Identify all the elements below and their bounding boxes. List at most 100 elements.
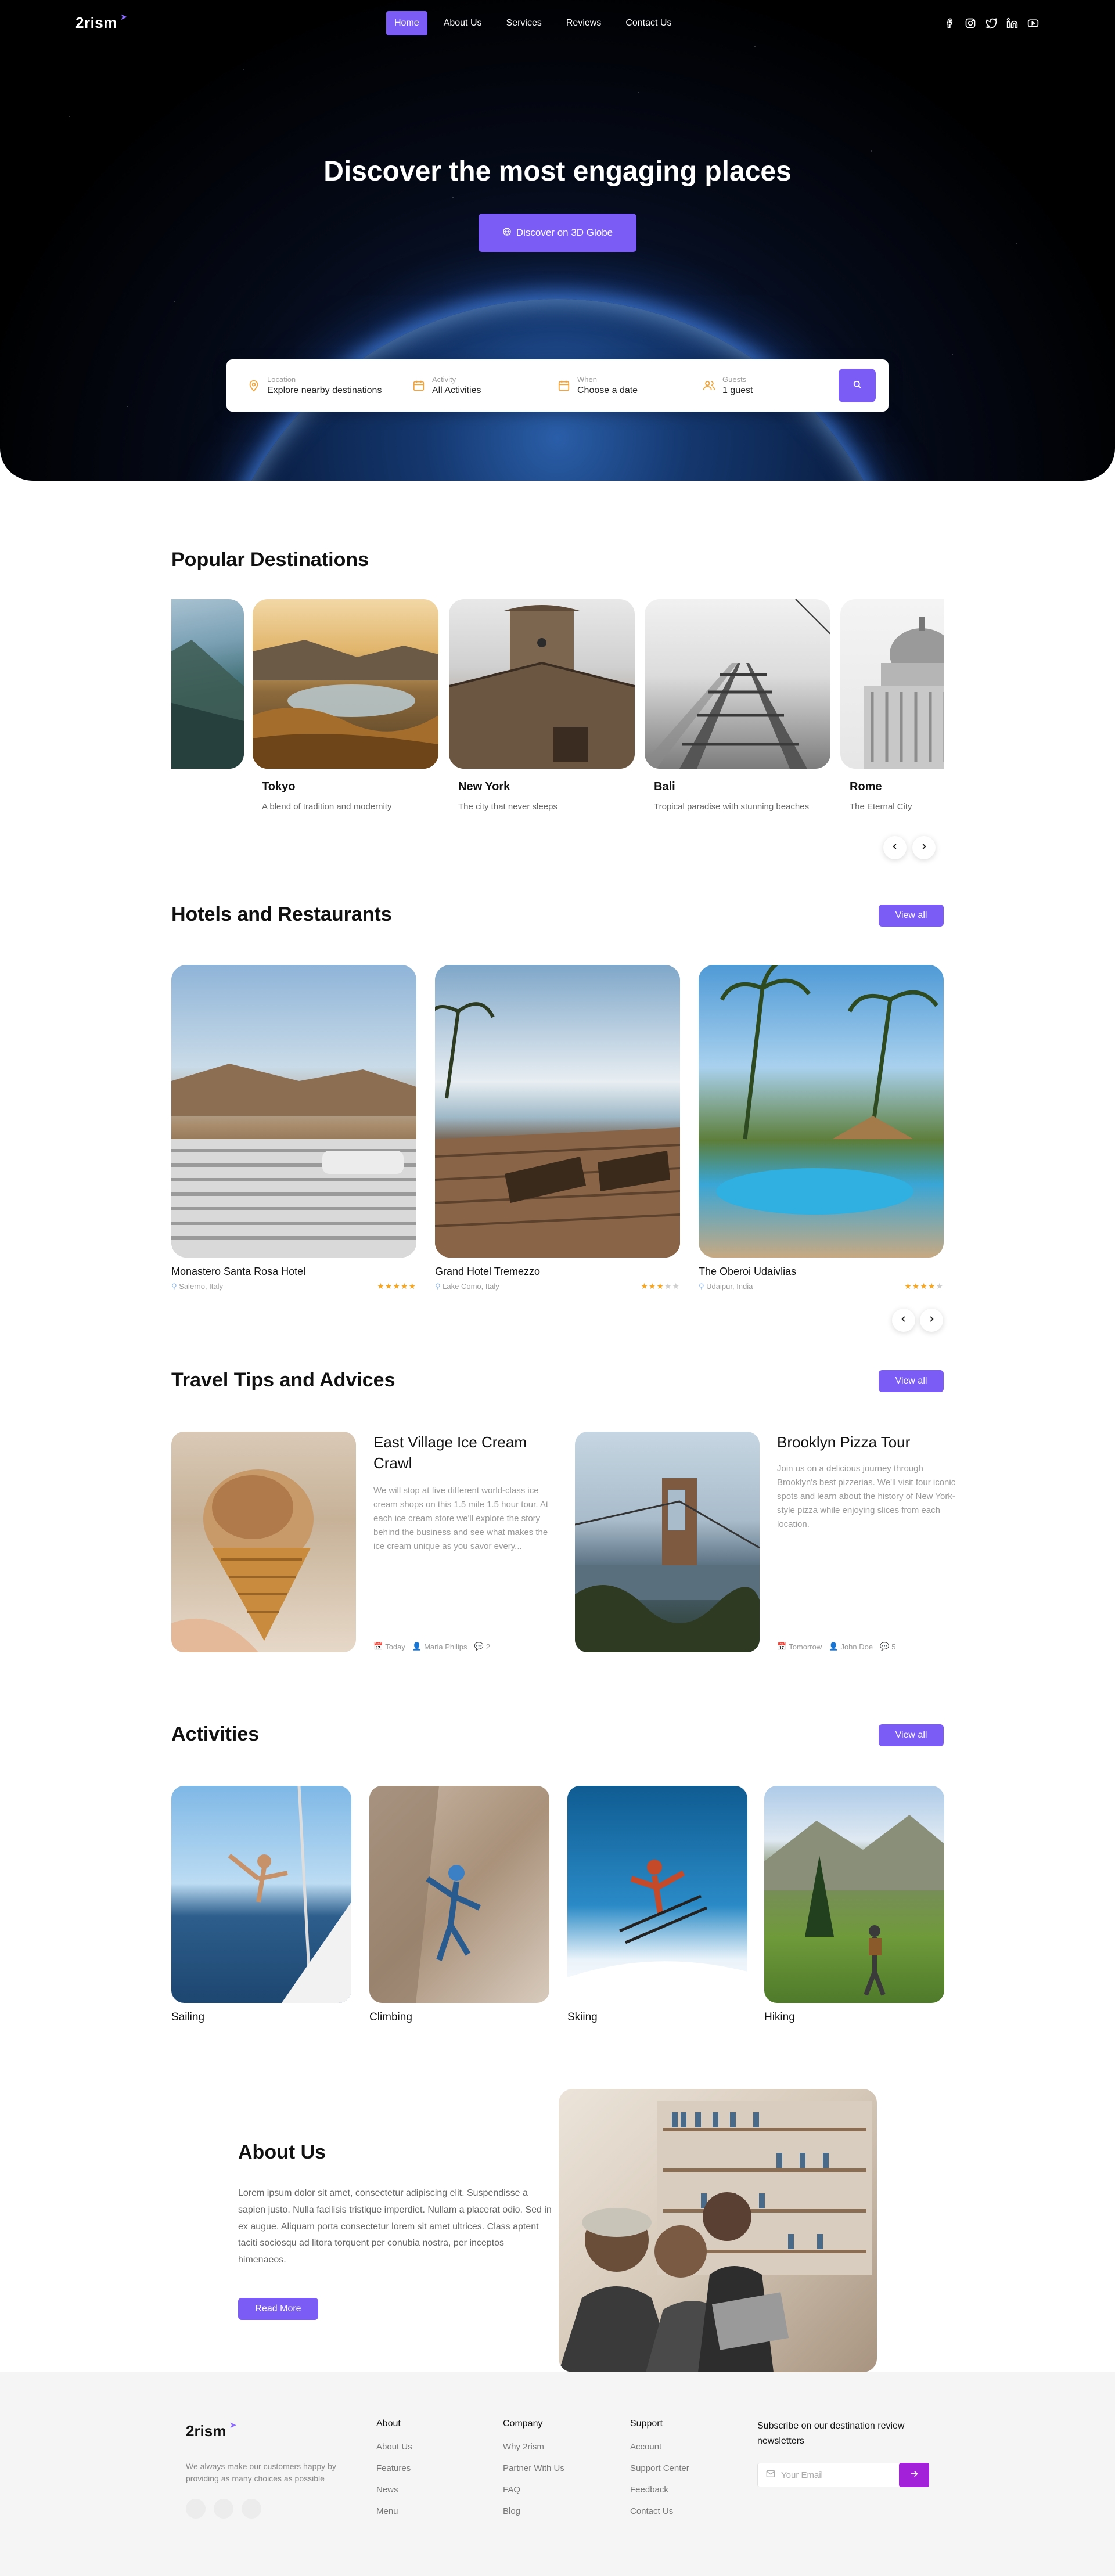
- nav-reviews[interactable]: Reviews: [558, 11, 609, 35]
- read-more-button[interactable]: Read More: [238, 2298, 318, 2320]
- about-title: About Us: [238, 2141, 326, 2163]
- user-icon: 👤: [412, 1642, 422, 1651]
- activity-field[interactable]: Activity All Activities: [412, 371, 558, 400]
- hotel-name: Monastero Santa Rosa Hotel: [171, 1266, 306, 1277]
- footer-link[interactable]: Menu: [376, 2506, 412, 2516]
- nav-contact-us[interactable]: Contact Us: [617, 11, 679, 35]
- logo[interactable]: 2rism ➤: [75, 12, 127, 32]
- activity-card[interactable]: Climbing: [369, 1786, 549, 2024]
- calendar-icon: 📅: [373, 1642, 383, 1651]
- paper-plane-icon: ➤: [229, 2420, 237, 2430]
- tip-date: 📅 Tomorrow: [777, 1642, 822, 1651]
- when-field[interactable]: When Choose a date: [558, 371, 703, 400]
- destination-name: Bali: [654, 780, 675, 793]
- navbar: 2rism ➤ Home About Us Services Reviews C…: [75, 10, 1040, 36]
- destination-image-coast: [171, 599, 244, 769]
- footer-logo[interactable]: 2rism ➤: [186, 2420, 236, 2440]
- destination-card[interactable]: Rome The Eternal City: [840, 599, 944, 814]
- destination-description: ghts: [171, 780, 242, 794]
- social-circle-icon[interactable]: [186, 2499, 206, 2519]
- destination-card[interactable]: Bali Tropical paradise with stunning bea…: [645, 599, 830, 814]
- tip-comments: 💬 2: [474, 1642, 490, 1651]
- footer-link[interactable]: Blog: [503, 2506, 564, 2516]
- hotel-location: ⚲ Udaipur, India: [699, 1282, 753, 1291]
- newsletter-submit-button[interactable]: [899, 2463, 929, 2487]
- hotel-card[interactable]: Grand Hotel Tremezzo ⚲ Lake Como, Italy …: [435, 965, 680, 1291]
- guests-label: Guests: [722, 375, 747, 384]
- destination-card[interactable]: New York The city that never sleeps: [449, 599, 635, 814]
- hotels-next-button[interactable]: [920, 1309, 943, 1332]
- activity-card[interactable]: Skiing: [567, 1786, 747, 2024]
- footer-link[interactable]: FAQ: [503, 2485, 564, 2495]
- twitter-icon[interactable]: [985, 17, 998, 30]
- activity-card[interactable]: Sailing: [171, 1786, 351, 2024]
- destination-image-rome: [840, 599, 944, 769]
- hotel-meta: ⚲ Lake Como, Italy ★★★★★: [435, 1281, 680, 1291]
- calendar-icon: 📅: [777, 1642, 787, 1651]
- destinations-next-button[interactable]: [912, 836, 936, 859]
- facebook-icon[interactable]: [943, 17, 956, 30]
- footer-link[interactable]: Feedback: [630, 2485, 689, 2495]
- footer-link[interactable]: About Us: [376, 2442, 412, 2452]
- tip-comments-count: 2: [485, 1642, 490, 1651]
- nav-about-us[interactable]: About Us: [436, 11, 490, 35]
- activity-card[interactable]: Hiking: [764, 1786, 944, 2024]
- hotels-prev-button[interactable]: [892, 1309, 915, 1332]
- location-value: Explore nearby destinations: [267, 386, 382, 395]
- discover-3d-globe-button[interactable]: Discover on 3D Globe: [479, 214, 636, 252]
- nav-home[interactable]: Home: [386, 11, 427, 35]
- hotel-image-monastero: [171, 965, 416, 1258]
- tips-view-all-button[interactable]: View all: [879, 1370, 944, 1392]
- linkedin-icon[interactable]: [1006, 17, 1019, 30]
- destinations-prev-button[interactable]: [883, 836, 907, 859]
- location-field[interactable]: Location Explore nearby destinations: [247, 371, 393, 400]
- logo-text: 2rism: [75, 14, 117, 31]
- destination-image-tokyo: [253, 599, 438, 769]
- hotel-name: The Oberoi Udaivlias: [699, 1266, 797, 1277]
- hotel-location: ⚲ Lake Como, Italy: [435, 1282, 499, 1291]
- guests-value: 1 guest: [722, 386, 753, 395]
- when-label: When: [577, 375, 597, 384]
- footer-logo-text: 2rism: [186, 2422, 226, 2440]
- footer-link[interactable]: Features: [376, 2463, 412, 2473]
- destination-card[interactable]: ghts: [171, 599, 244, 794]
- hotel-card[interactable]: Monastero Santa Rosa Hotel ⚲ Salerno, It…: [171, 965, 416, 1291]
- social-circle-icon[interactable]: [242, 2499, 261, 2519]
- tip-image-ice-cream: [171, 1432, 356, 1652]
- footer-column-title: Company: [503, 2419, 543, 2429]
- nav-services[interactable]: Services: [498, 11, 550, 35]
- tip-meta: 📅 Today 👤 Maria Philips 💬 2: [373, 1642, 490, 1651]
- search-bar: Location Explore nearby destinations Act…: [226, 359, 889, 412]
- destination-name: New York: [458, 780, 510, 793]
- calendar-icon: [412, 379, 425, 392]
- hotel-location-text: Lake Como, Italy: [443, 1281, 499, 1291]
- tip-card[interactable]: East Village Ice Cream Crawl We will sto…: [171, 1432, 548, 1652]
- footer-social-links: [186, 2499, 261, 2519]
- social-links: [943, 17, 1040, 30]
- hotel-image-oberoi: [699, 965, 944, 1258]
- hotels-view-all-button[interactable]: View all: [879, 905, 944, 927]
- footer-column-title: About: [376, 2419, 401, 2429]
- footer-link[interactable]: Partner With Us: [503, 2463, 564, 2473]
- footer-link[interactable]: Support Center: [630, 2463, 689, 2473]
- activities-view-all-button[interactable]: View all: [879, 1724, 944, 1746]
- about-image-team: [559, 2089, 877, 2372]
- activities-title: Activities: [171, 1723, 260, 1745]
- search-button[interactable]: [839, 369, 876, 402]
- tip-card[interactable]: Brooklyn Pizza Tour Join us on a delicio…: [575, 1432, 955, 1652]
- discover-button-label: Discover on 3D Globe: [516, 227, 613, 238]
- guests-field[interactable]: Guests 1 guest: [703, 371, 848, 400]
- instagram-icon[interactable]: [964, 17, 977, 30]
- footer-link[interactable]: Why 2rism: [503, 2442, 564, 2452]
- hotel-card[interactable]: The Oberoi Udaivlias ⚲ Udaipur, India ★★…: [699, 965, 944, 1291]
- activity-image-climbing: [369, 1786, 549, 2003]
- footer-link[interactable]: News: [376, 2485, 412, 2495]
- footer-link[interactable]: Account: [630, 2442, 689, 2452]
- destination-card[interactable]: Tokyo A blend of tradition and modernity: [253, 599, 438, 814]
- youtube-icon[interactable]: [1027, 17, 1040, 30]
- destination-description: Tropical paradise with stunning beaches: [654, 802, 810, 812]
- map-pin-icon: ⚲: [699, 1281, 704, 1291]
- arrow-right-icon: [909, 2469, 919, 2481]
- social-circle-icon[interactable]: [214, 2499, 233, 2519]
- footer-link[interactable]: Contact Us: [630, 2506, 689, 2516]
